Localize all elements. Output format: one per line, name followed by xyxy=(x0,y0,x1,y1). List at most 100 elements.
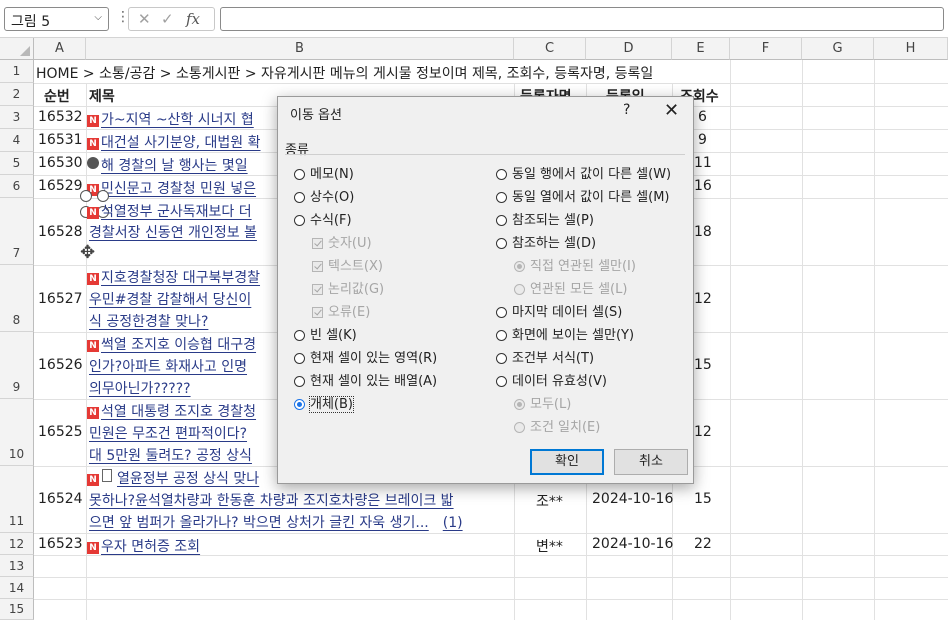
cell-views[interactable]: 12 xyxy=(694,424,712,440)
cell-views[interactable]: 6 xyxy=(698,109,707,125)
cell-title[interactable]: N 열윤정부 공정 상식 맞나 xyxy=(87,468,259,488)
option-precedents[interactable]: 참조되는 셀(P) xyxy=(496,209,594,228)
cell-title-line[interactable]: 인가?아파트 화재사고 인명 xyxy=(89,356,247,376)
column-header-g[interactable]: G xyxy=(802,38,874,60)
row-header-14[interactable]: 14 xyxy=(0,577,34,599)
cell-author[interactable]: 변** xyxy=(536,536,563,556)
radio-icon[interactable] xyxy=(496,353,507,364)
row-header-3[interactable]: 3 xyxy=(0,106,34,129)
row-header-12[interactable]: 12 xyxy=(0,533,34,555)
option-conditional-formats[interactable]: 조건부 서식(T) xyxy=(496,347,594,366)
cell-num[interactable]: 16530 xyxy=(38,155,83,171)
cell-title[interactable]: N 썩열 조지호 이승협 대구경 xyxy=(87,334,256,354)
radio-icon[interactable] xyxy=(496,192,507,203)
row-header-10[interactable]: 10 xyxy=(0,399,34,466)
cell-date[interactable]: 2024-10-16 xyxy=(592,536,673,552)
cell-num[interactable]: 16526 xyxy=(38,357,83,373)
cell-title-line[interactable]: 대 5만원 둘려도? 공정 상식 xyxy=(89,445,252,465)
insert-function-icon[interactable]: fx xyxy=(186,10,200,28)
header-num[interactable]: 순번 xyxy=(44,86,70,106)
cell-views[interactable]: 15 xyxy=(694,491,712,507)
checkbox-icon[interactable] xyxy=(312,238,323,249)
breadcrumb-cell[interactable]: HOME > 소통/공감 > 소통게시판 > 자유게시판 메뉴의 게시물 정보이… xyxy=(36,63,728,83)
checkbox-icon[interactable] xyxy=(312,307,323,318)
radio-icon[interactable] xyxy=(496,376,507,387)
option-blanks[interactable]: 빈 셀(K) xyxy=(294,324,357,343)
cell-num[interactable]: 16525 xyxy=(38,424,83,440)
row-header-9[interactable]: 9 xyxy=(0,332,34,399)
option-data-validation[interactable]: 데이터 유효성(V) xyxy=(496,370,607,389)
option-comments[interactable]: 메모(N) xyxy=(294,163,354,182)
option-visible-cells[interactable]: 화면에 보이는 셀만(Y) xyxy=(496,324,634,343)
radio-icon[interactable] xyxy=(294,192,305,203)
cell-num[interactable]: 16524 xyxy=(38,491,83,507)
radio-icon[interactable] xyxy=(496,330,507,341)
option-text[interactable]: 텍스트(X) xyxy=(312,255,383,274)
option-all-levels[interactable]: 연관된 모든 셀(L) xyxy=(514,278,627,297)
cell-title-line[interactable]: 경찰서장 신동연 개인정보 볼 xyxy=(89,222,257,242)
option-objects[interactable]: 개체(B) xyxy=(294,393,354,413)
row-header-8[interactable]: 8 xyxy=(0,265,34,332)
cell-views[interactable]: 18 xyxy=(694,224,712,240)
row-header-11[interactable]: 11 xyxy=(0,466,34,533)
cell-title[interactable]: 해 경찰의 날 행사는 몇일 xyxy=(87,155,248,175)
row-header-7[interactable]: 7 xyxy=(0,198,34,265)
option-last-cell[interactable]: 마지막 데이터 셀(S) xyxy=(496,301,622,320)
radio-icon[interactable] xyxy=(294,376,305,387)
row-header-6[interactable]: 6 xyxy=(0,175,34,198)
checkbox-icon[interactable] xyxy=(312,284,323,295)
cell-views[interactable]: 12 xyxy=(694,291,712,307)
cell-title-line[interactable]: 으면 앞 범퍼가 올라가나? 박으면 상처가 글킨 자욱 생기... (1) xyxy=(89,512,463,532)
cell-title[interactable]: N 대건설 사기분양, 대법원 확 xyxy=(87,132,260,152)
column-header-h[interactable]: H xyxy=(874,38,948,60)
cell-title-line[interactable]: 의무아닌가????? xyxy=(89,378,191,398)
cancel-icon[interactable]: ✕ xyxy=(138,10,151,28)
option-constants[interactable]: 상수(O) xyxy=(294,186,354,205)
cell-num[interactable]: 16532 xyxy=(38,109,83,125)
cell-date[interactable]: 2024-10-16 xyxy=(592,491,673,507)
column-header-f[interactable]: F xyxy=(730,38,802,60)
cell-views[interactable]: 9 xyxy=(698,132,707,148)
column-header-e[interactable]: E xyxy=(672,38,730,60)
option-dependents[interactable]: 참조하는 셀(D) xyxy=(496,232,596,251)
radio-icon[interactable] xyxy=(496,238,507,249)
name-box[interactable]: 그림 5 ⌵ xyxy=(4,7,109,31)
cell-views[interactable]: 15 xyxy=(694,357,712,373)
option-formulas[interactable]: 수식(F) xyxy=(294,209,352,228)
option-numbers[interactable]: 숫자(U) xyxy=(312,232,372,251)
radio-icon[interactable] xyxy=(514,422,525,433)
radio-icon[interactable] xyxy=(496,307,507,318)
cell-title[interactable]: N 민신문고 경찰청 민원 넣은 xyxy=(87,178,256,198)
cell-num[interactable]: 16527 xyxy=(38,291,83,307)
cell-num[interactable]: 16529 xyxy=(38,178,83,194)
radio-icon[interactable] xyxy=(496,215,507,226)
cell-views[interactable]: 11 xyxy=(694,155,712,171)
row-header-4[interactable]: 4 xyxy=(0,129,34,152)
close-icon[interactable]: ✕ xyxy=(664,100,679,121)
column-header-d[interactable]: D xyxy=(586,38,672,60)
radio-selected-icon[interactable] xyxy=(514,399,525,410)
enter-icon[interactable]: ✓ xyxy=(161,10,174,28)
option-errors[interactable]: 오류(E) xyxy=(312,301,370,320)
formula-input[interactable] xyxy=(220,7,944,31)
row-header-15[interactable]: 15 xyxy=(0,599,34,620)
cancel-button[interactable]: 취소 xyxy=(614,449,688,475)
row-header-2[interactable]: 2 xyxy=(0,83,34,106)
cell-views[interactable]: 16 xyxy=(694,178,712,194)
row-header-13[interactable]: 13 xyxy=(0,555,34,577)
help-icon[interactable]: ? xyxy=(623,102,630,118)
option-validation-all[interactable]: 모두(L) xyxy=(514,393,571,412)
radio-selected-icon[interactable] xyxy=(514,261,525,272)
cell-author[interactable]: 조** xyxy=(536,491,563,511)
column-header-c[interactable]: C xyxy=(514,38,586,60)
cell-num[interactable]: 16523 xyxy=(38,536,83,552)
cell-num[interactable]: 16528 xyxy=(38,224,83,240)
cell-title[interactable]: N 석열 대통령 조지호 경찰청 xyxy=(87,401,256,421)
ok-button[interactable]: 확인 xyxy=(530,449,604,475)
radio-icon[interactable] xyxy=(496,169,507,180)
radio-icon[interactable] xyxy=(294,169,305,180)
option-row-differences[interactable]: 동일 행에서 값이 다른 셀(W) xyxy=(496,163,671,182)
select-all-button[interactable] xyxy=(0,38,34,60)
cell-title[interactable]: N 지호경찰청장 대구북부경찰 xyxy=(87,267,260,287)
radio-icon[interactable] xyxy=(294,353,305,364)
